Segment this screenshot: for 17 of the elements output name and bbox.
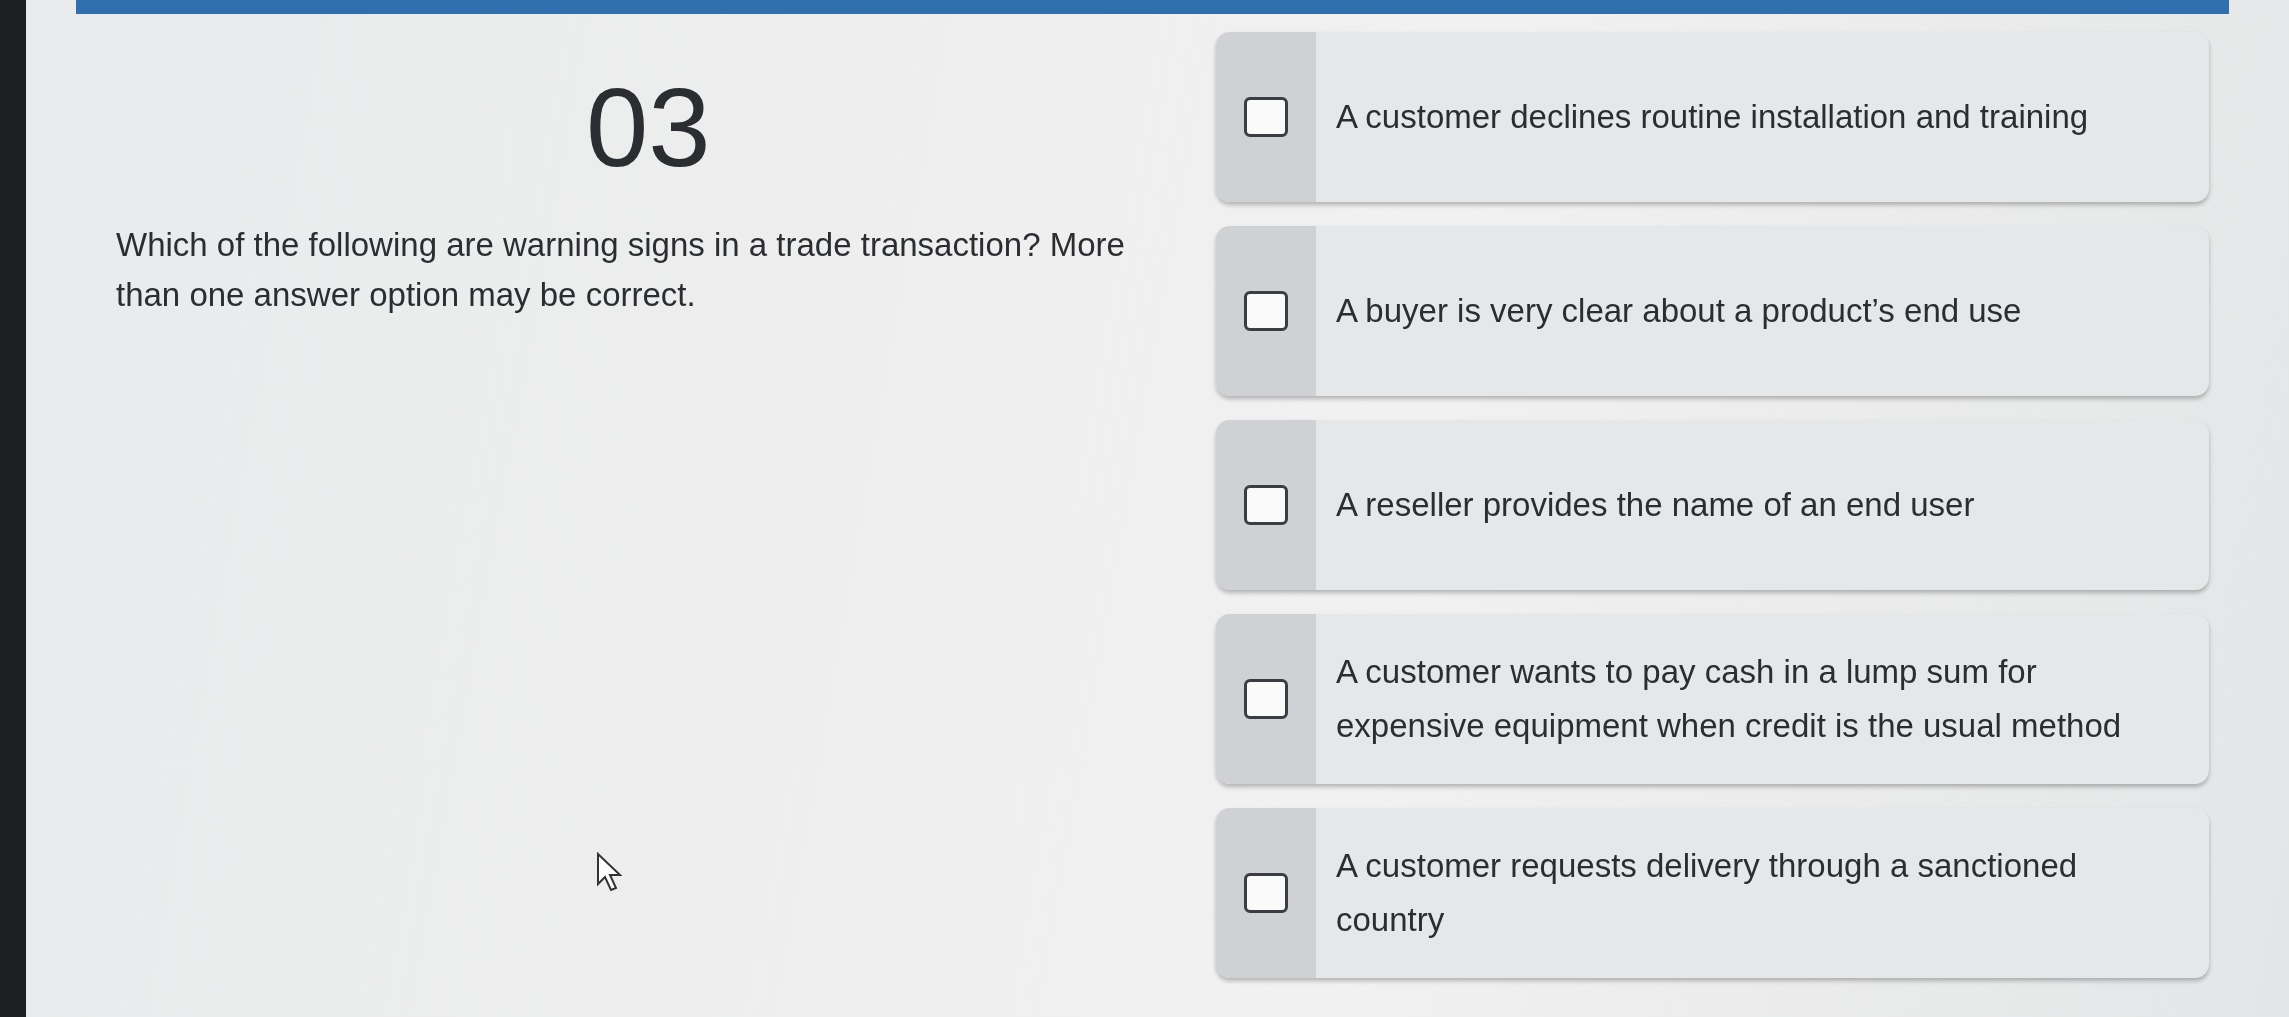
option-text: A customer wants to pay cash in a lump sum for expensive equipment when credit is the usual method [1336,652,2123,746]
question-number: 03 [586,72,711,184]
answer-option[interactable]: A reseller provides the name of an end user [1216,420,2209,590]
option-text: A customer requests delivery through a sanctioned country [1336,846,2079,940]
answer-option[interactable]: A customer requests delivery through a sanctioned country [1216,808,2209,978]
checkbox[interactable] [1244,291,1288,331]
question-text: Which of the following are warning signs in a trade transaction? More than one answer option may be correct. [116,225,1126,315]
checkbox[interactable] [1244,97,1288,137]
checkbox[interactable] [1244,679,1288,719]
answer-option[interactable]: A customer declines routine installation and training [1216,32,2209,202]
option-text: A customer declines routine installation and training [1336,97,2089,137]
option-text: A reseller provides the name of an end user [1336,485,1975,525]
checkbox[interactable] [1244,485,1288,525]
answer-option[interactable]: A customer wants to pay cash in a lump sum for expensive equipment when credit is the usual method [1216,614,2209,784]
checkbox[interactable] [1244,873,1288,913]
option-text: A buyer is very clear about a product’s end use [1336,291,2022,331]
answer-option[interactable]: A buyer is very clear about a product’s end use [1216,226,2209,396]
